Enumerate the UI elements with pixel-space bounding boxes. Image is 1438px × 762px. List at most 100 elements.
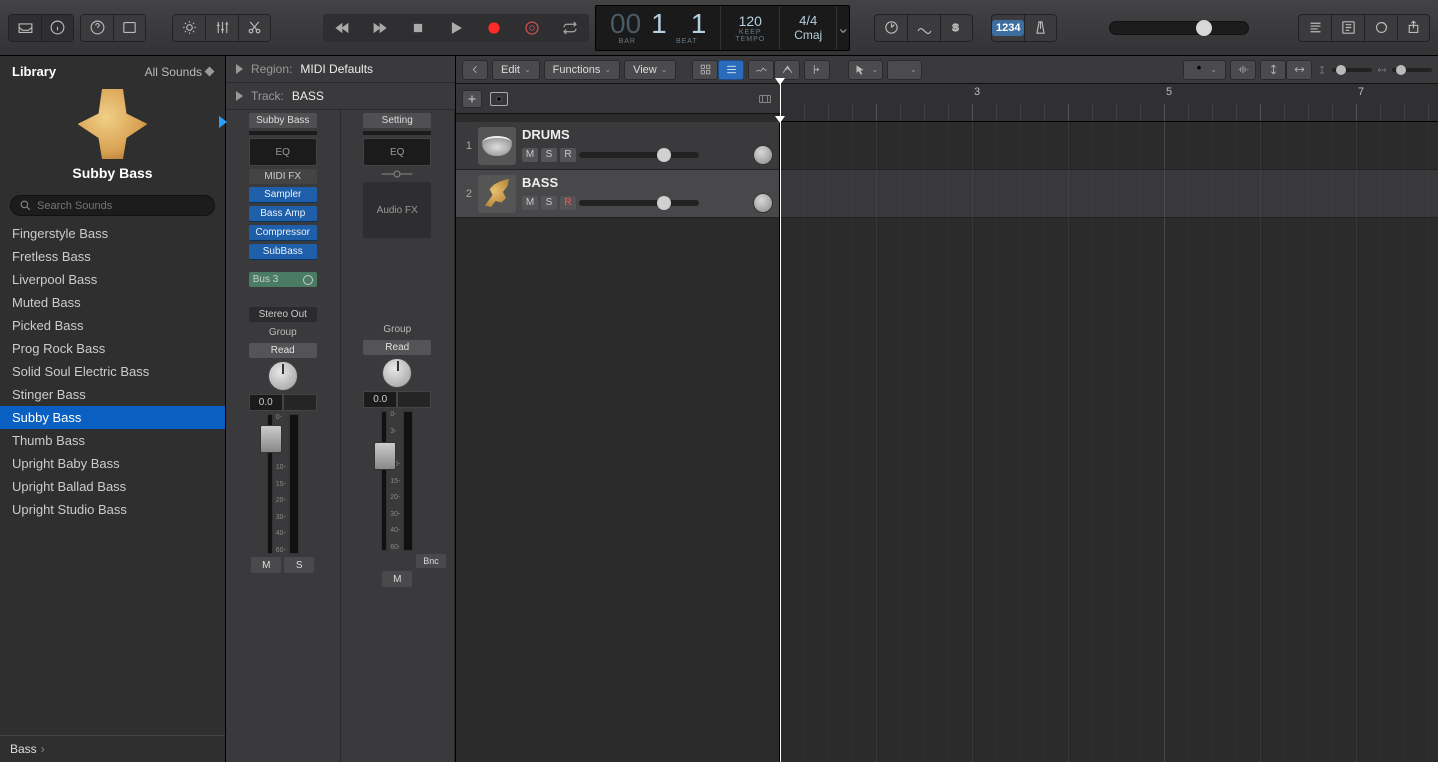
tuner-icon[interactable] [874, 14, 907, 42]
output-slot[interactable]: Stereo Out [249, 307, 317, 322]
duplicate-track-button[interactable] [490, 92, 508, 106]
search-field[interactable] [10, 195, 215, 216]
eq-slot[interactable]: EQ [249, 138, 317, 166]
stop-icon[interactable] [399, 14, 437, 42]
grid-icon[interactable] [692, 60, 718, 80]
send-knob-icon[interactable] [303, 275, 313, 285]
lcd-chevron-icon[interactable]: ⌄ [837, 6, 849, 50]
flex-icon[interactable] [774, 60, 800, 80]
eq-slot[interactable]: EQ [363, 138, 431, 166]
pan-knob[interactable] [268, 361, 298, 391]
play-icon[interactable] [437, 14, 475, 42]
library-breadcrumb[interactable]: Bass› [0, 735, 225, 762]
hzoom-slider[interactable] [1392, 68, 1432, 72]
track-lane[interactable] [780, 122, 1438, 170]
sound-item[interactable]: Upright Baby Bass [0, 452, 225, 475]
mute-button[interactable]: M [382, 571, 412, 587]
sound-item[interactable]: Picked Bass [0, 314, 225, 337]
capture-icon[interactable] [513, 14, 551, 42]
sound-item[interactable]: Upright Studio Bass [0, 498, 225, 521]
sound-item[interactable]: Solid Soul Electric Bass [0, 360, 225, 383]
loop-icon[interactable] [1364, 14, 1397, 42]
pan-knob[interactable] [382, 358, 412, 388]
solo-button[interactable]: S [284, 557, 314, 573]
track-content[interactable] [780, 122, 1438, 762]
secondary-tool[interactable]: ⌄ [887, 60, 922, 80]
group-slot[interactable]: Group [249, 325, 317, 340]
share-icon[interactable] [1397, 14, 1430, 42]
automation-mode[interactable]: Read [249, 343, 317, 358]
media-icon[interactable] [113, 14, 146, 42]
automation-mode[interactable]: Read [363, 340, 431, 355]
library-filter[interactable]: All Sounds [145, 65, 213, 79]
hzoom-icon[interactable] [1286, 60, 1312, 80]
edit-menu[interactable]: Edit⌄ [492, 60, 540, 80]
sound-item[interactable]: Subby Bass [0, 406, 225, 429]
audio-fx-slot[interactable]: Audio FX [363, 182, 431, 238]
db-value[interactable]: 0.0 [249, 394, 283, 411]
fx-slot[interactable]: Bass Amp [249, 206, 317, 222]
list-view-icon[interactable] [718, 60, 744, 80]
sound-item[interactable]: Fretless Bass [0, 245, 225, 268]
forward-icon[interactable] [361, 14, 399, 42]
playhead[interactable] [780, 122, 781, 762]
rewind-icon[interactable] [323, 14, 361, 42]
midi-fx-slot[interactable]: MIDI FX [249, 169, 317, 184]
db-value[interactable]: 0.0 [363, 391, 397, 408]
link-icon[interactable] [363, 169, 431, 179]
region-row[interactable]: Region:MIDI Defaults [226, 56, 455, 83]
track-pan-knob[interactable] [753, 145, 773, 165]
record-icon[interactable] [475, 14, 513, 42]
display-icon[interactable] [172, 14, 205, 42]
sound-item[interactable]: Upright Ballad Bass [0, 475, 225, 498]
cut-icon[interactable] [238, 14, 271, 42]
track-icon[interactable] [478, 175, 516, 213]
strip-name[interactable]: Subby Bass [249, 113, 317, 128]
sound-item[interactable]: Liverpool Bass [0, 268, 225, 291]
solo-button[interactable]: S [541, 196, 557, 210]
waveform-icon[interactable] [1230, 60, 1256, 80]
master-volume-slider[interactable] [1109, 21, 1249, 35]
mute-button[interactable]: M [251, 557, 281, 573]
track-lane[interactable] [780, 170, 1438, 218]
volume-fader[interactable]: 0-3-6-10-15-20-30-40-60- [381, 411, 413, 551]
track-pan-knob[interactable] [753, 193, 773, 213]
count-in-button[interactable]: 1234 [991, 14, 1024, 42]
search-input[interactable] [37, 200, 206, 212]
catch-icon[interactable] [804, 60, 830, 80]
volume-fader[interactable]: 0-3-6-10-15-20-30-40-60- [267, 414, 299, 554]
vzoom-slider[interactable] [1332, 68, 1372, 72]
global-tracks-button[interactable] [754, 90, 776, 108]
mute-button[interactable]: M [522, 148, 538, 162]
add-track-button[interactable] [462, 90, 482, 108]
sound-item[interactable]: Thumb Bass [0, 429, 225, 452]
vzoom-icon[interactable] [1260, 60, 1286, 80]
cycle-icon[interactable] [551, 14, 589, 42]
solo-button[interactable]: S [541, 148, 557, 162]
info-icon[interactable] [41, 14, 74, 42]
track-header[interactable]: 2 BASS M S R [456, 170, 779, 218]
fx-slot[interactable]: Compressor [249, 225, 317, 241]
inbox-icon[interactable] [8, 14, 41, 42]
send-slot[interactable]: Bus 3 [249, 272, 317, 287]
sounds-list[interactable]: Fingerstyle BassFretless BassLiverpool B… [0, 222, 225, 735]
sound-item[interactable]: Fingerstyle Bass [0, 222, 225, 245]
sound-item[interactable]: Prog Rock Bass [0, 337, 225, 360]
metronome-icon[interactable] [1024, 14, 1057, 42]
automation-icon[interactable] [907, 14, 940, 42]
snap-menu[interactable]: ⌄ [1183, 60, 1226, 80]
track-header[interactable]: 1 DRUMS M S R [456, 122, 779, 170]
automation-toggle-icon[interactable] [748, 60, 774, 80]
instrument-slot[interactable]: Sampler [249, 187, 317, 203]
ruler[interactable]: 35791113 [780, 84, 1438, 122]
mute-button[interactable]: M [522, 196, 538, 210]
solo-icon[interactable]: S [940, 14, 973, 42]
track-icon[interactable] [478, 127, 516, 165]
notes-icon[interactable] [1298, 14, 1331, 42]
back-icon[interactable] [462, 60, 488, 80]
sound-item[interactable]: Muted Bass [0, 291, 225, 314]
list-icon[interactable] [1331, 14, 1364, 42]
track-row[interactable]: Track:BASS [226, 83, 455, 110]
view-menu[interactable]: View⌄ [624, 60, 676, 80]
help-icon[interactable] [80, 14, 113, 42]
